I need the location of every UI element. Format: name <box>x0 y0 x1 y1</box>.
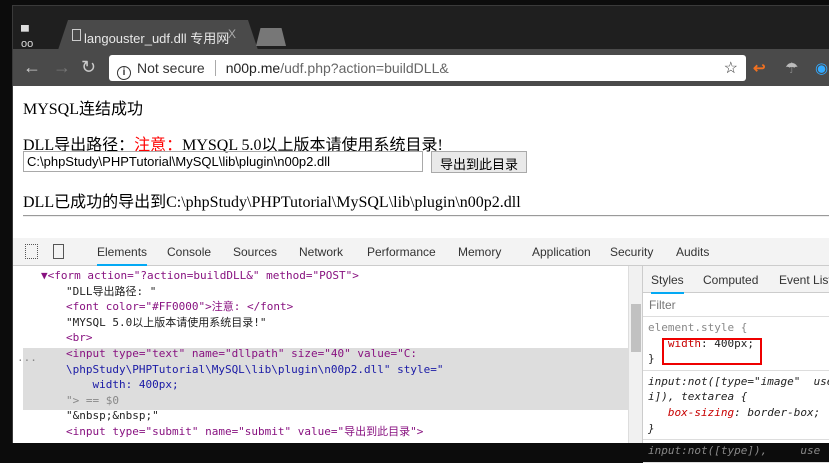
tab-event-listeners[interactable]: Event List <box>779 273 829 287</box>
horizontal-rule <box>23 215 829 217</box>
url-host: n00p.me <box>225 60 281 76</box>
result-prefix: DLL已成功的导出到 <box>23 194 167 211</box>
devtools: Elements Console Sources Network Perform… <box>13 238 829 463</box>
toolbar: ← → ↻ i Not secure n00p.me/udf.php?action=… <box>13 49 829 86</box>
styles-filter-input[interactable]: Filter <box>643 293 829 317</box>
info-icon[interactable]: i <box>117 66 131 80</box>
dom-line[interactable]: "&nbsp;&nbsp;" <box>66 408 159 424</box>
rule-value[interactable]: : border-box; <box>734 406 820 419</box>
tab-console[interactable]: Console <box>167 245 211 259</box>
device-toolbar-icon[interactable] <box>53 244 64 259</box>
not-secure-label: Not secure <box>137 60 205 76</box>
rule-close: } <box>648 352 655 366</box>
rule-selector: input:not([type]), use <box>648 444 821 458</box>
back-icon[interactable]: ← <box>23 57 41 78</box>
tab-styles[interactable]: Styles <box>651 273 684 294</box>
styles-tabs: Styles Computed Event List <box>643 266 829 294</box>
extension-undo-icon[interactable]: ↩ <box>753 59 766 77</box>
address-bar[interactable]: i Not secure n00p.me/udf.php?action=buildD… <box>109 55 746 81</box>
tab-elements[interactable]: Elements <box>97 245 148 266</box>
tab-memory[interactable]: Memory <box>458 245 501 259</box>
page-icon <box>72 29 81 41</box>
browser-window: ▀ oo langouster_udf.dll 专用网 X ← → ↻ i Not … <box>12 5 829 463</box>
styles-pane: Styles Computed Event List Filter elemen… <box>642 266 829 463</box>
tab-title: langouster_udf.dll 专用网 <box>84 31 230 46</box>
rule-selector: element.style { <box>648 321 748 334</box>
devtools-tabbar: Elements Console Sources Network Perform… <box>13 238 829 266</box>
rule-selector: input:not([type="image" use <box>648 374 829 388</box>
export-submit-button[interactable]: 导出到此目录 <box>431 151 527 173</box>
elements-scrollbar[interactable] <box>628 266 642 443</box>
scrollbar-thumb[interactable] <box>631 304 641 352</box>
dom-line[interactable]: <br> <box>66 330 93 346</box>
rule-property[interactable]: box-sizing <box>668 406 734 419</box>
browser-tab[interactable]: langouster_udf.dll 专用网 X <box>58 20 258 50</box>
dom-line[interactable]: width: 400px; <box>66 377 178 393</box>
result-path: C:\phpStudy\PHPTutorial\MySQL\lib\plugin… <box>166 194 521 211</box>
dom-line[interactable]: <font color="#FF0000">注意: </font> <box>66 299 293 315</box>
extension-umbrella-icon[interactable]: ☂ <box>785 59 798 77</box>
tab-performance[interactable]: Performance <box>367 245 436 259</box>
url-path: /udf.php?action=buildDLL& <box>280 60 449 76</box>
close-tab-icon[interactable]: X <box>228 27 236 41</box>
dom-line[interactable]: <input type="submit" name="submit" value… <box>66 424 423 440</box>
connect-status: MYSQL连结成功 <box>23 101 144 118</box>
inspect-element-icon[interactable] <box>25 244 38 259</box>
tab-strip: ▀ oo langouster_udf.dll 专用网 X <box>13 6 829 50</box>
tab-security[interactable]: Security <box>610 245 653 259</box>
dom-line[interactable]: "> == $0 <box>66 393 119 409</box>
tab-application[interactable]: Application <box>532 245 591 259</box>
highlight-box <box>662 338 762 365</box>
forward-icon[interactable]: → <box>53 57 71 78</box>
style-rule: element.style { width: 400px; } <box>643 317 829 371</box>
new-tab-button[interactable] <box>256 28 286 46</box>
incognito-icon: ▀ oo <box>21 26 34 50</box>
dom-line[interactable]: ▼<form action="?action=buildDLL&" method… <box>41 268 359 284</box>
tab-sources[interactable]: Sources <box>233 245 277 259</box>
style-rule: input:not([type="image" use i]), textare… <box>643 371 829 441</box>
tab-network[interactable]: Network <box>299 245 343 259</box>
rule-close: } <box>648 421 655 435</box>
tab-audits[interactable]: Audits <box>676 245 709 259</box>
rule-selector: i]), textarea { <box>648 390 748 404</box>
tab-computed[interactable]: Computed <box>703 273 758 287</box>
dom-line[interactable]: <input type="text" name="dllpath" size="… <box>66 346 417 362</box>
bookmark-star-icon[interactable]: ☆ <box>724 58 738 78</box>
dom-line[interactable]: "MYSQL 5.0以上版本请使用系统目录!" <box>66 315 266 331</box>
extension-avatar-icon[interactable]: ◉ <box>815 59 828 77</box>
dllpath-input[interactable]: C:\phpStudy\PHPTutorial\MySQL\lib\plugin… <box>23 151 423 172</box>
style-rule: input:not([type]), use <box>643 440 829 463</box>
dom-line[interactable]: "DLL导出路径: " <box>66 284 156 300</box>
page-content: MYSQL连结成功 DLL导出路径：注意：MYSQL 5.0以上版本请使用系统目… <box>13 86 829 238</box>
dom-line[interactable]: \phpStudy\PHPTutorial\MySQL\lib\plugin\n… <box>66 362 444 378</box>
reload-icon[interactable]: ↻ <box>81 57 96 78</box>
result-line: DLL已成功的导出到C:\phpStudy\PHPTutorial\MySQL\… <box>23 188 521 212</box>
node-menu-dots[interactable]: ... <box>17 350 37 366</box>
elements-tree: ... ▼<form action="?action=buildDLL&" me… <box>13 266 628 443</box>
